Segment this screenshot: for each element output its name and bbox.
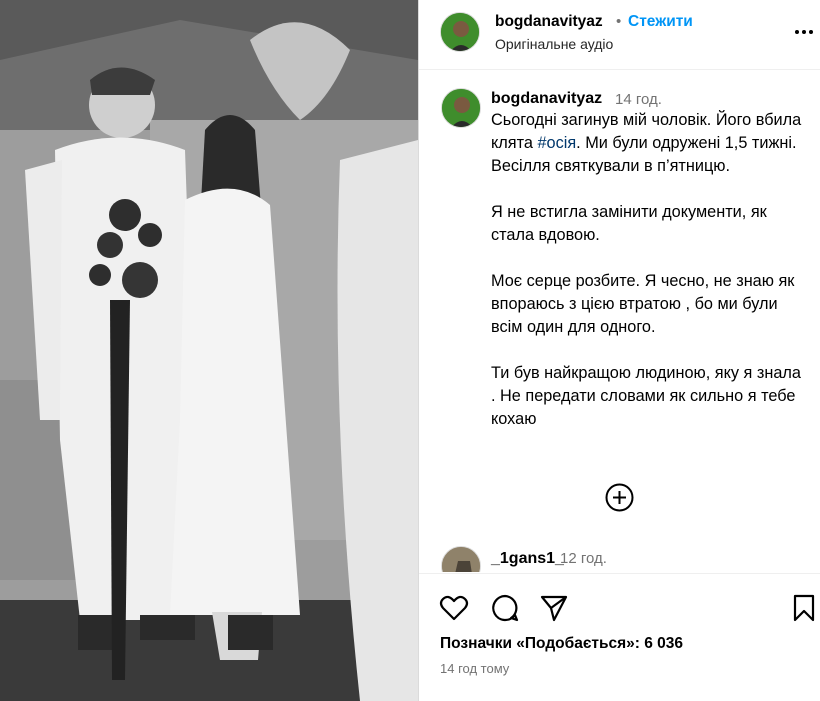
more-icon[interactable] bbox=[793, 22, 815, 42]
comment-icon[interactable] bbox=[490, 593, 520, 623]
caption-time[interactable]: 14 год. bbox=[615, 91, 662, 108]
author-avatar[interactable] bbox=[440, 12, 480, 52]
actions-bar: Позначки «Подобається»: 6 036 14 год том… bbox=[419, 573, 820, 701]
add-comment-icon[interactable] bbox=[604, 482, 635, 513]
comment-time: 12 год. bbox=[560, 550, 607, 567]
commenter-username[interactable]: _1gans1_ bbox=[491, 550, 564, 568]
caption-text: Сьогодні загинув мій чоловік. Його вбила… bbox=[491, 109, 807, 431]
share-icon[interactable] bbox=[539, 593, 569, 623]
author-username[interactable]: bogdanavityaz bbox=[495, 13, 603, 31]
post-header: bogdanavityaz • Стежити Оригінальне ауді… bbox=[419, 0, 820, 70]
commenter-avatar[interactable] bbox=[441, 546, 481, 572]
audio-label[interactable]: Оригінальне аудіо bbox=[495, 36, 613, 52]
caption-avatar[interactable] bbox=[441, 88, 481, 128]
caption-paragraph-4: Ти був найкращою людиною, яку я знала . … bbox=[491, 364, 801, 428]
bookmark-icon[interactable] bbox=[789, 593, 819, 623]
likes-count[interactable]: Позначки «Подобається»: 6 036 bbox=[440, 635, 683, 653]
hashtag-link[interactable]: #осія bbox=[537, 134, 576, 152]
heart-icon[interactable] bbox=[439, 593, 469, 623]
caption-username[interactable]: bogdanavityaz bbox=[491, 90, 602, 108]
separator-dot: • bbox=[616, 13, 622, 30]
follow-button[interactable]: Стежити bbox=[628, 13, 693, 31]
post-time-ago[interactable]: 14 год тому bbox=[440, 661, 509, 676]
post-panel: bogdanavityaz • Стежити Оригінальне ауді… bbox=[418, 0, 820, 701]
photo-illustration bbox=[0, 0, 418, 701]
comment-item: _1gans1_ 12 год. bbox=[419, 540, 820, 572]
caption-paragraph-3: Моє серце розбите. Я чесно, не знаю як в… bbox=[491, 272, 795, 336]
post-photo[interactable] bbox=[0, 0, 418, 701]
caption-paragraph-1: Сьогодні загинув мій чоловік. Його вбила… bbox=[491, 109, 807, 178]
caption-paragraph-2: Я не встигла замінити документи, як стал… bbox=[491, 203, 767, 244]
